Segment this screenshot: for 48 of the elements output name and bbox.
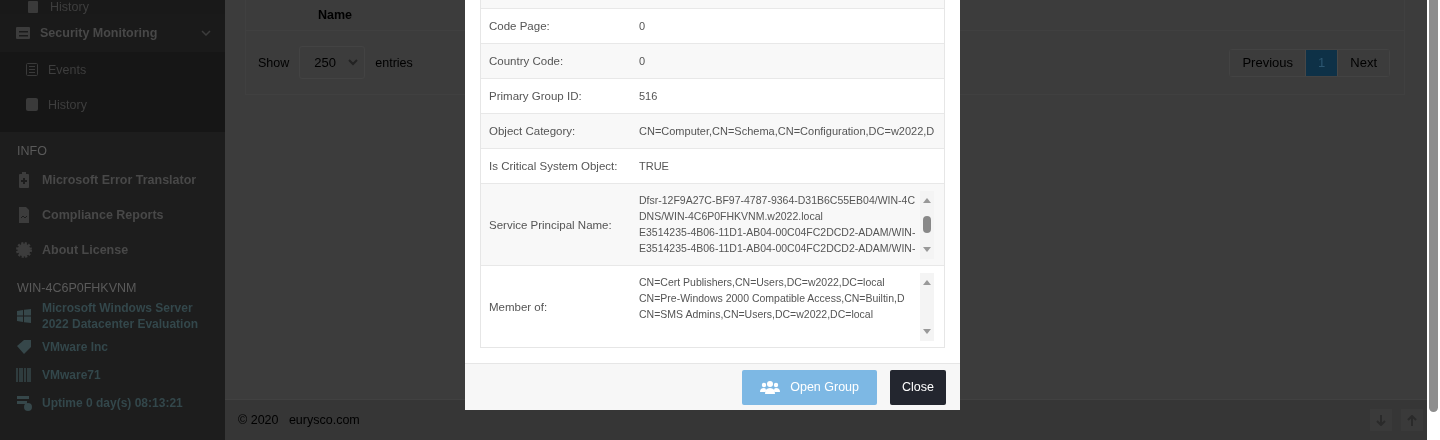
up-triangle-icon[interactable] <box>922 278 932 285</box>
pagination-button[interactable]: Next <box>1337 49 1389 76</box>
property-label: Code Page: <box>488 20 551 32</box>
property-value: 516 <box>639 90 658 102</box>
entries-label: entries <box>375 55 413 70</box>
column-header[interactable]: Name <box>318 8 353 22</box>
property-value: 0 <box>639 55 646 67</box>
list-line: E3514235-4B06-11D1-AB04-00C04FC2DCD2-ADAM/WIN- <box>639 240 917 255</box>
value-list-box[interactable]: CN=Cert Publishers,CN=Users,DC=w2022,DC=local CN=Pre-Windows 2000 Compatible Access,CN=Builtin,D CN=SMS Admins,CN=Users,DC=w2022,DC=local <box>639 272 934 341</box>
show-label: Show <box>258 55 290 70</box>
sidebar-heading: INFO <box>16 143 48 160</box>
property-label: Service Principal Name: <box>488 218 613 231</box>
document-icon <box>16 206 32 223</box>
table-icon <box>16 27 30 39</box>
windows-logo-icon <box>16 308 32 324</box>
list-line: CN=Cert Publishers,CN=Users,DC=w2022,DC=local <box>639 274 886 289</box>
close-button[interactable]: Close <box>890 369 946 405</box>
entries-select[interactable]: 250 <box>299 46 366 79</box>
down-triangle-icon[interactable] <box>922 246 932 253</box>
list-scrollbar[interactable] <box>920 272 934 341</box>
tag-icon <box>16 339 32 355</box>
caret-icon <box>348 59 359 66</box>
list-scrollbar[interactable] <box>920 190 934 259</box>
gear-icon <box>16 241 32 258</box>
value-list-box[interactable]: Dfsr-12F9A27C-BF97-4787-9364-D31B6C55EB04/WIN-4C DNS/WIN-4C6P0FHKVNM.w2022.local E3514235-4B06-11D1-AB04-00C04FC2DCD2-ADAM/WIN- E3514235-4B06-11D1-AB04-00C04FC2DCD2-ADAM/WIN- <box>639 190 934 259</box>
barcode-icon <box>16 367 32 383</box>
list-icon <box>26 63 38 76</box>
scroll-thumb[interactable] <box>923 216 931 233</box>
list-line: Dfsr-12F9A27C-BF97-4787-9364-D31B6C55EB04/WIN-4C <box>639 192 917 207</box>
list-line: E3514235-4B06-11D1-AB04-00C04FC2DCD2-ADAM/WIN- <box>639 224 917 239</box>
property-label: Primary Group ID: <box>488 90 583 102</box>
sidebar-heading: WIN-4C6P0FHKVNM <box>16 280 138 297</box>
page-scrollbar[interactable] <box>1427 0 1440 440</box>
property-label: Is Critical System Object: <box>488 160 619 172</box>
down-triangle-icon[interactable] <box>922 328 932 335</box>
property-value: CN=Computer,CN=Schema,CN=Configuration,DC=w2022,D <box>639 125 935 137</box>
up-triangle-icon[interactable] <box>922 196 932 203</box>
list-line: CN=SMS Admins,CN=Users,DC=w2022,DC=local <box>639 306 874 321</box>
property-label: Member of: <box>488 300 549 313</box>
property-value: 0 <box>639 20 646 32</box>
users-icon <box>760 380 781 394</box>
property-label: Object Category: <box>488 125 577 137</box>
list-line: CN=Pre-Windows 2000 Compatible Access,CN=Builtin,D <box>639 290 906 305</box>
list-line: DNS/WIN-4C6P0FHKVNM.w2022.local <box>639 208 824 223</box>
property-value: TRUE <box>639 160 669 172</box>
open-group-button[interactable]: Open Group <box>742 369 878 405</box>
clipboard-icon <box>16 171 32 188</box>
property-label: Country Code: <box>488 55 565 67</box>
